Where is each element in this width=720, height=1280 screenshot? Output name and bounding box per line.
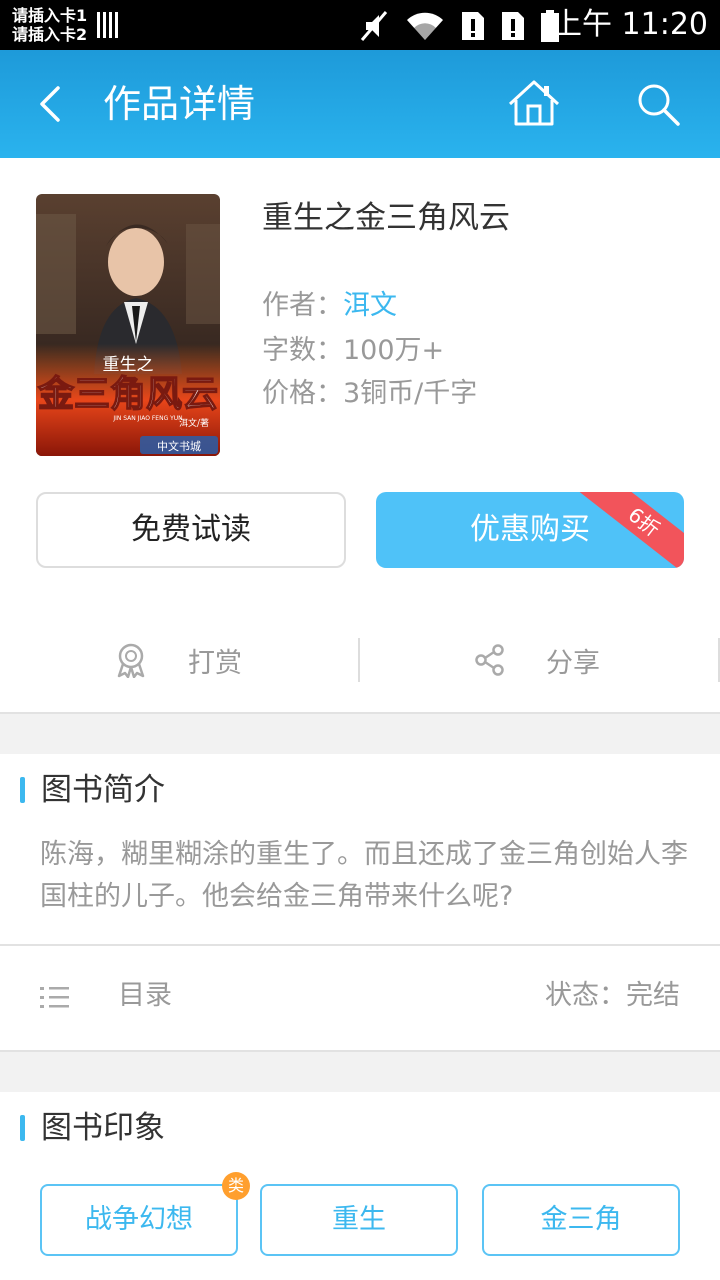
cover-small-title: 重生之	[103, 355, 154, 375]
search-icon	[638, 84, 680, 126]
buy-label: 优惠购买	[470, 512, 590, 547]
book-cover[interactable]: 重生之 金三角风云 JIN SAN JIAO FENG YUN 洱文/著 中文书…	[36, 194, 220, 456]
intro-title: 图书简介	[41, 772, 165, 808]
words-value: 100万+	[343, 335, 445, 366]
app-bar: 作品详情	[0, 50, 720, 158]
share-label: 分享	[546, 647, 600, 679]
cover-pinyin: JIN SAN JIAO FENG YUN	[112, 415, 182, 422]
sim-alert-icon	[462, 12, 484, 40]
toc-row[interactable]: 目录 状态：完结	[0, 946, 720, 1050]
sim1-text: 请插入卡1	[12, 6, 88, 25]
author-row: 作者：洱文	[262, 288, 397, 324]
price-value: 3铜币/千字	[343, 378, 478, 409]
page-title: 作品详情	[103, 82, 256, 126]
action-row: 打赏 分享	[0, 610, 720, 710]
list-icon	[40, 987, 69, 1008]
cover-publisher: 中文书城	[157, 439, 201, 453]
words-row: 字数：100万+	[262, 333, 444, 369]
sim-alert-icon	[502, 12, 524, 40]
sim2-text: 请插入卡2	[12, 25, 88, 44]
status-bar: 请插入卡1 请插入卡2 上午 11:20	[0, 0, 720, 50]
sim-bars-icon	[97, 12, 121, 38]
section-divider	[0, 1050, 720, 1092]
status-text: 状态：完结	[545, 980, 680, 1011]
book-title: 重生之金三角风云	[262, 200, 510, 236]
tag-golden-triangle[interactable]: 金三角	[482, 1184, 680, 1256]
section-divider	[0, 712, 720, 754]
cover-author-mark: 洱文/著	[179, 417, 209, 429]
price-row: 价格：3铜币/千字	[262, 376, 477, 412]
share-icon	[475, 644, 504, 676]
discount-ribbon: 6折	[578, 492, 684, 568]
category-badge: 类	[222, 1172, 250, 1200]
impression-header: 图书印象	[20, 1108, 165, 1148]
search-button[interactable]	[630, 76, 686, 132]
cover-main-title: 金三角风云	[37, 373, 218, 415]
back-arrow-icon	[40, 86, 60, 122]
tag-rebirth[interactable]: 重生	[260, 1184, 458, 1256]
price-label: 价格：	[262, 378, 343, 409]
home-icon	[508, 80, 560, 126]
wifi-icon	[407, 12, 443, 40]
impression-title: 图书印象	[41, 1110, 165, 1146]
intro-header: 图书简介	[20, 770, 165, 810]
book-cover-art: 重生之 金三角风云 JIN SAN JIAO FENG YUN 洱文/著 中文书…	[36, 194, 220, 456]
award-icon	[117, 643, 145, 678]
reward-button[interactable]: 打赏	[114, 638, 242, 682]
discount-buy-button[interactable]: 优惠购买 6折	[376, 492, 684, 568]
share-button[interactable]: 分享	[474, 638, 600, 682]
clock: 上午 11:20	[552, 7, 708, 42]
free-trial-button[interactable]: 免费试读	[36, 492, 346, 568]
words-label: 字数：	[262, 335, 343, 366]
intro-text: 陈海，糊里糊涂的重生了。而且还成了金三角创始人李国柱的儿子。他会给金三角带来什么…	[40, 839, 688, 912]
toc-label: 目录	[118, 980, 172, 1011]
author-link[interactable]: 洱文	[343, 290, 397, 321]
author-label: 作者：	[262, 290, 343, 321]
reward-label: 打赏	[188, 647, 242, 679]
tag-war-fantasy[interactable]: 战争幻想	[40, 1184, 238, 1256]
back-button[interactable]	[30, 80, 78, 128]
home-button[interactable]	[506, 76, 562, 132]
sim-status: 请插入卡1 请插入卡2	[12, 6, 87, 44]
mute-icon	[360, 11, 388, 41]
